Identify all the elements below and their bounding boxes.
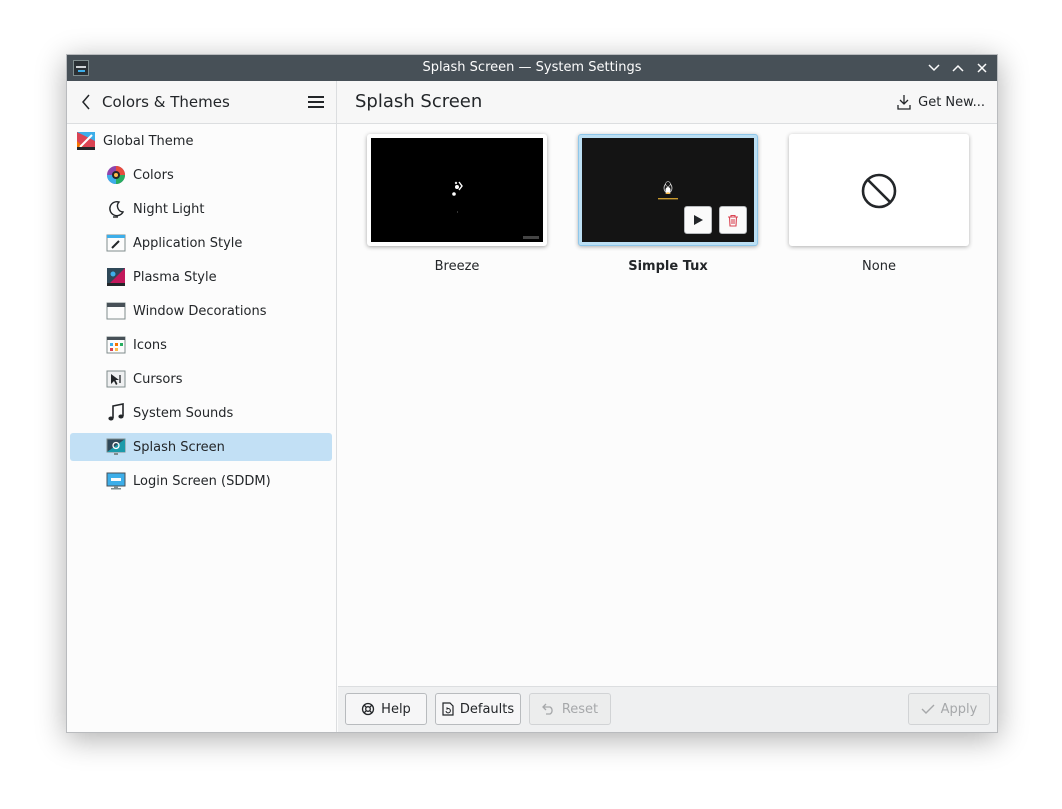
sidebar-item-label: Plasma Style	[133, 269, 217, 285]
hamburger-menu-icon	[308, 96, 324, 108]
global-theme-icon	[76, 131, 96, 151]
icons-icon	[106, 335, 126, 355]
theme-preview-simple-tux	[582, 138, 754, 242]
download-icon	[897, 95, 911, 110]
theme-card-breeze[interactable]	[367, 134, 547, 246]
theme-card-simple-tux[interactable]	[578, 134, 758, 246]
sidebar-item-label: Night Light	[133, 201, 205, 217]
trash-icon	[728, 214, 738, 227]
sidebar-item-label: Application Style	[133, 235, 243, 251]
apply-label: Apply	[940, 701, 978, 717]
help-icon	[362, 702, 375, 716]
reset-label: Reset	[561, 701, 599, 717]
sidebar-item-system-sounds[interactable]: System Sounds	[70, 399, 332, 427]
night-light-icon	[106, 199, 126, 219]
no-entry-icon	[861, 173, 897, 209]
login-screen-icon	[106, 471, 126, 491]
sidebar-item-night-light[interactable]: Night Light	[70, 195, 332, 223]
header-bar: Colors & Themes Splash Screen Get New...	[67, 81, 997, 124]
checkmark-icon	[921, 704, 935, 714]
sidebar-item-icons[interactable]: Icons	[70, 331, 332, 359]
close-icon	[977, 63, 987, 73]
sidebar-item-label: Global Theme	[103, 133, 194, 149]
delete-button[interactable]	[719, 206, 747, 234]
sidebar-item-plasma-style[interactable]: Plasma Style	[70, 263, 332, 291]
splash-theme-grid: Breeze Simple Tux None	[338, 124, 997, 686]
sidebar-item-splash-screen[interactable]: Splash Screen	[70, 433, 332, 461]
apply-button[interactable]: Apply	[908, 693, 990, 725]
chevron-left-icon	[82, 94, 90, 110]
preview-button[interactable]	[684, 206, 712, 234]
window-title: Splash Screen — System Settings	[422, 60, 642, 75]
sidebar-item-label: Login Screen (SDDM)	[133, 473, 271, 489]
colors-icon	[106, 165, 126, 185]
sidebar-item-label: Icons	[133, 337, 167, 353]
close-button[interactable]	[973, 59, 991, 77]
theme-card-none[interactable]	[789, 134, 969, 246]
sidebar-item-label: Colors	[133, 167, 174, 183]
theme-name-none: None	[862, 259, 896, 274]
sidebar-item-label: Window Decorations	[133, 303, 267, 319]
sidebar-item-application-style[interactable]: Application Style	[70, 229, 332, 257]
plasma-style-icon	[106, 267, 126, 287]
system-settings-window: Splash Screen — System Settings Colors &…	[66, 54, 998, 733]
sidebar-item-colors[interactable]: Colors	[70, 161, 332, 189]
sidebar: Global Theme Colors Night Light Applicat…	[67, 124, 337, 732]
defaults-icon	[442, 702, 454, 716]
back-button[interactable]	[75, 91, 97, 113]
minimize-button[interactable]	[925, 59, 943, 77]
sidebar-item-label: Cursors	[133, 371, 183, 387]
window-decorations-icon	[106, 301, 126, 321]
sidebar-item-label: Splash Screen	[133, 439, 225, 455]
cursors-icon	[106, 369, 126, 389]
sidebar-header: Colors & Themes	[67, 81, 337, 123]
hamburger-menu-button[interactable]	[305, 91, 327, 113]
chevron-up-icon	[952, 64, 964, 72]
undo-icon	[541, 703, 553, 715]
get-new-label: Get New...	[918, 94, 985, 110]
sidebar-category-title: Colors & Themes	[102, 93, 230, 111]
help-label: Help	[381, 701, 411, 717]
get-new-button[interactable]: Get New...	[896, 91, 985, 113]
application-style-icon	[106, 233, 126, 253]
reset-button[interactable]: Reset	[529, 693, 611, 725]
sidebar-item-label: System Sounds	[133, 405, 234, 421]
title-bar[interactable]: Splash Screen — System Settings	[67, 55, 997, 81]
sidebar-item-window-decorations[interactable]: Window Decorations	[70, 297, 332, 325]
sidebar-item-cursors[interactable]: Cursors	[70, 365, 332, 393]
play-icon	[694, 215, 703, 225]
sidebar-item-global-theme[interactable]: Global Theme	[70, 127, 332, 155]
music-note-icon	[106, 403, 126, 423]
chevron-down-icon	[928, 64, 940, 72]
sidebar-item-login-screen[interactable]: Login Screen (SDDM)	[70, 467, 332, 495]
theme-name-simple-tux: Simple Tux	[628, 259, 708, 274]
help-button[interactable]: Help	[345, 693, 427, 725]
footer-bar: Help Defaults Reset Apply	[338, 686, 997, 732]
page-title: Splash Screen	[355, 91, 483, 112]
splash-screen-icon	[106, 437, 126, 457]
defaults-label: Defaults	[459, 701, 515, 717]
theme-preview-breeze	[371, 138, 543, 242]
maximize-button[interactable]	[949, 59, 967, 77]
theme-name-breeze: Breeze	[434, 259, 480, 274]
defaults-button[interactable]: Defaults	[435, 693, 521, 725]
